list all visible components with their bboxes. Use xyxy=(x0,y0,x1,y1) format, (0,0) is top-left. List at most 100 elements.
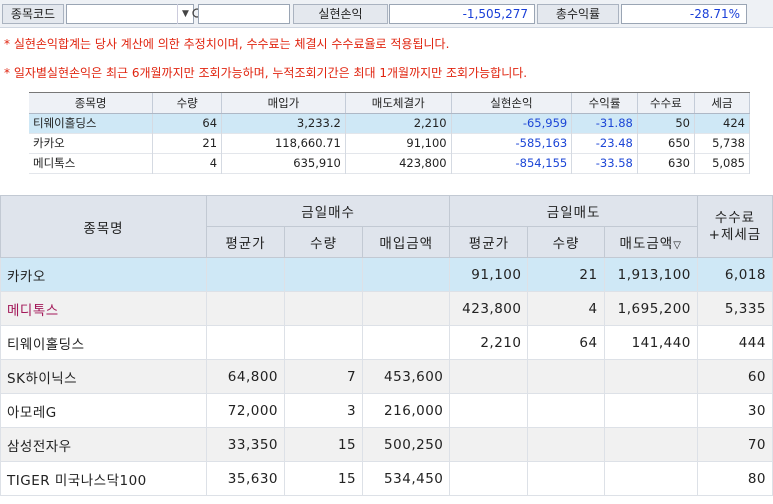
sell-amount xyxy=(603,461,698,496)
sell-avg-price xyxy=(449,393,529,428)
tax: 5,738 xyxy=(694,133,751,153)
buy-price: 118,660.71 xyxy=(221,133,346,153)
table-row[interactable]: 카카오 91,100 21 1,913,100 6,018 xyxy=(0,257,773,292)
buy-avg-price: 64,800 xyxy=(205,359,286,394)
table-row[interactable]: 메디톡스 423,800 4 1,695,200 5,335 xyxy=(0,291,773,326)
column-header[interactable]: 실현손익 xyxy=(451,93,573,114)
sell-amount xyxy=(603,359,698,394)
sell-amount xyxy=(603,427,698,462)
buy-amount xyxy=(362,291,451,326)
stock-name: 메디톡스 xyxy=(0,291,207,326)
table-row[interactable]: 삼성전자우 33,350 15 500,250 70 xyxy=(0,427,773,462)
stock-name: 티웨이홀딩스 xyxy=(0,325,207,360)
notice-text: * 실현손익합계는 당사 계산에 의한 추정치이며, 수수료는 체결시 수수료율… xyxy=(4,37,450,51)
column-header-sorted[interactable]: 매도금액▽ xyxy=(603,226,698,258)
sort-descending-icon[interactable]: ▽ xyxy=(673,240,682,251)
stock-code-label: 종목코드 xyxy=(2,4,64,24)
stock-name: 티웨이홀딩스 xyxy=(29,113,154,133)
sell-price: 91,100 xyxy=(345,133,452,153)
fee: 630 xyxy=(637,153,695,173)
column-header[interactable]: 종목명 xyxy=(0,195,207,258)
quantity: 4 xyxy=(152,153,223,173)
column-header[interactable]: 수수료 xyxy=(637,93,695,114)
column-header[interactable]: 세금 xyxy=(694,93,751,114)
fee-tax: 30 xyxy=(696,393,773,428)
tax: 5,085 xyxy=(694,153,751,173)
column-header[interactable]: 평균가 xyxy=(449,226,529,258)
buy-amount: 216,000 xyxy=(362,393,451,428)
stock-name: 메디톡스 xyxy=(29,153,154,173)
sell-price: 2,210 xyxy=(345,113,452,133)
column-header[interactable]: 수익률 xyxy=(571,93,638,114)
quantity: 64 xyxy=(152,113,223,133)
column-header[interactable]: 평균가 xyxy=(205,226,286,258)
fee-tax: 70 xyxy=(696,427,773,462)
stock-name: 삼성전자우 xyxy=(0,427,207,462)
sell-amount xyxy=(603,393,698,428)
buy-quantity xyxy=(284,291,364,326)
table-row[interactable]: 티웨이홀딩스 2,210 64 141,440 444 xyxy=(0,325,773,360)
divider xyxy=(0,184,773,195)
realized-pnl-panel: 종목코드 ▼ 실현손익 -1,505,277 총수익률 -28.71% * 실현… xyxy=(0,0,773,184)
realized-pnl: -854,155 xyxy=(451,153,573,173)
column-header[interactable]: 종목명 xyxy=(29,93,154,114)
column-header[interactable]: 수량 xyxy=(527,226,605,258)
stock-name: 아모레G xyxy=(0,393,207,428)
buy-avg-price xyxy=(205,291,286,326)
sell-avg-price xyxy=(449,461,529,496)
buy-quantity: 7 xyxy=(284,359,364,394)
buy-quantity xyxy=(284,325,364,360)
buy-amount: 453,600 xyxy=(362,359,451,394)
realized-pnl: -585,163 xyxy=(451,133,573,153)
sell-quantity xyxy=(527,393,605,428)
sell-avg-price: 91,100 xyxy=(449,257,529,292)
table-row[interactable]: 티웨이홀딩스 64 3,233.2 2,210 -65,959 -31.88 5… xyxy=(29,113,751,133)
table-row[interactable]: 메디톡스 4 635,910 423,800 -854,155 -33.58 6… xyxy=(29,153,751,173)
sell-avg-price: 2,210 xyxy=(449,325,529,360)
total-return-value: -28.71% xyxy=(621,4,747,24)
total-return-label: 총수익률 xyxy=(537,4,619,24)
buy-amount xyxy=(362,325,451,360)
quantity: 21 xyxy=(152,133,223,153)
sell-amount: 1,913,100 xyxy=(603,257,698,292)
sell-quantity xyxy=(527,359,605,394)
realized-pnl-table: 종목명 수량 매입가 매도체결가 실현손익 수익률 수수료 세금 티웨이홀딩스 … xyxy=(29,93,751,174)
column-header-group: 금일매수 xyxy=(205,195,451,227)
sell-avg-price xyxy=(449,359,529,394)
sell-avg-price: 423,800 xyxy=(449,291,529,326)
buy-avg-price xyxy=(205,325,286,360)
return-rate: -31.88 xyxy=(571,113,638,133)
fee-tax: 60 xyxy=(696,359,773,394)
buy-quantity: 3 xyxy=(284,393,364,428)
sell-amount: 1,695,200 xyxy=(603,291,698,326)
column-header[interactable]: 매입금액 xyxy=(362,226,451,258)
fee-tax: 6,018 xyxy=(696,257,773,292)
stock-name: 카카오 xyxy=(0,257,207,292)
column-header[interactable]: 수량 xyxy=(152,93,223,114)
buy-amount: 500,250 xyxy=(362,427,451,462)
stock-name: TIGER 미국나스닥100 xyxy=(0,461,207,496)
fee-tax: 80 xyxy=(696,461,773,496)
buy-avg-price xyxy=(205,257,286,292)
stock-code-input[interactable] xyxy=(66,4,194,24)
fee: 650 xyxy=(637,133,695,153)
column-header[interactable]: 수량 xyxy=(284,226,364,258)
table-row[interactable]: 아모레G 72,000 3 216,000 30 xyxy=(0,393,773,428)
buy-quantity: 15 xyxy=(284,427,364,462)
column-header[interactable]: 매입가 xyxy=(221,93,346,114)
realized-pnl: -65,959 xyxy=(451,113,573,133)
table-row[interactable]: 카카오 21 118,660.71 91,100 -585,163 -23.48… xyxy=(29,133,751,153)
table-row[interactable]: TIGER 미국나스닥100 35,630 15 534,450 80 xyxy=(0,461,773,496)
table-row[interactable]: SK하이닉스 64,800 7 453,600 60 xyxy=(0,359,773,394)
buy-amount xyxy=(362,257,451,292)
buy-quantity: 15 xyxy=(284,461,364,496)
sell-quantity xyxy=(527,461,605,496)
column-header[interactable]: 매도체결가 xyxy=(345,93,452,114)
sell-quantity: 64 xyxy=(527,325,605,360)
column-header[interactable]: 수수료 +제세금 xyxy=(696,195,773,258)
fee-tax: 444 xyxy=(696,325,773,360)
sell-quantity xyxy=(527,427,605,462)
notice-text: * 일자별실현손익은 최근 6개월까지만 조회가능하며, 누적조회기간은 최대 … xyxy=(4,66,528,80)
return-rate: -23.48 xyxy=(571,133,638,153)
buy-amount: 534,450 xyxy=(362,461,451,496)
